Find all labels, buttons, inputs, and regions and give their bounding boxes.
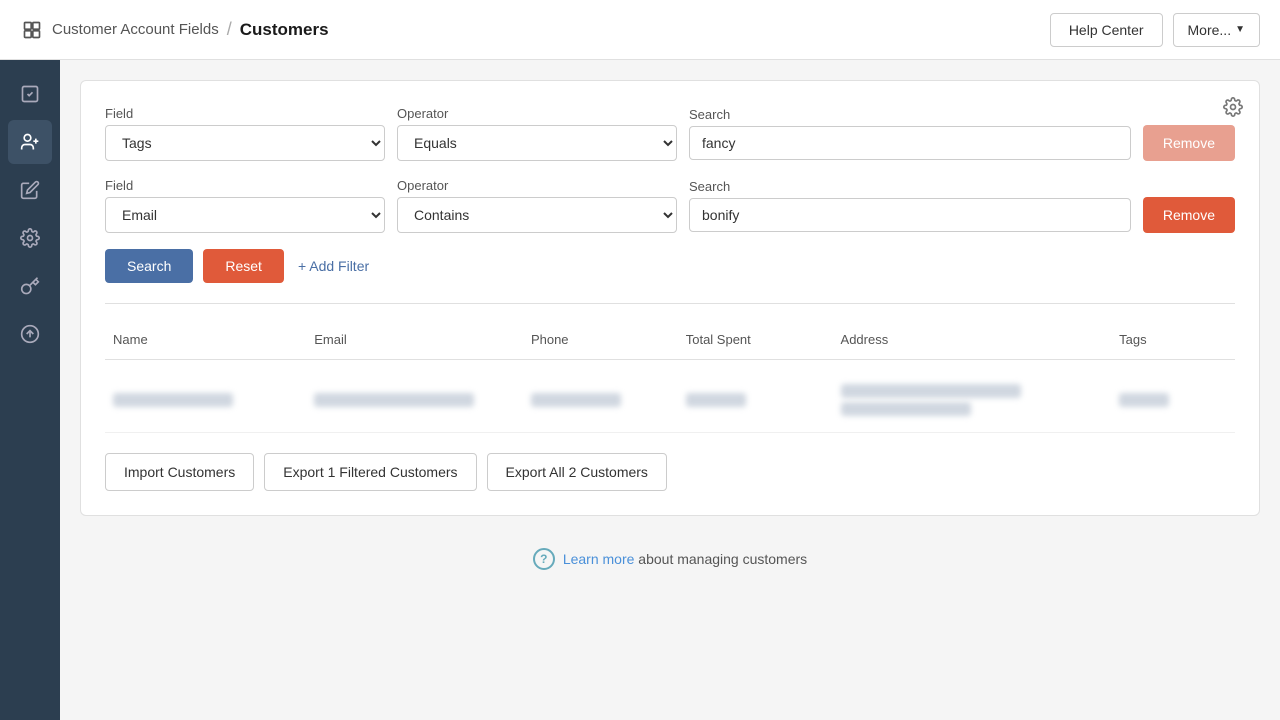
filter-actions: Search Reset + Add Filter bbox=[105, 249, 1235, 283]
sidebar-item-settings[interactable] bbox=[8, 216, 52, 260]
col-header-email: Email bbox=[306, 328, 523, 351]
import-customers-button[interactable]: Import Customers bbox=[105, 453, 254, 491]
app-icon bbox=[20, 18, 44, 42]
filter-row1-field-select[interactable]: Tags bbox=[105, 125, 385, 161]
search-button[interactable]: Search bbox=[105, 249, 193, 283]
table-row bbox=[105, 368, 1235, 433]
bottom-actions: Import Customers Export 1 Filtered Custo… bbox=[105, 453, 1235, 491]
gear-button[interactable] bbox=[1223, 97, 1243, 120]
address-blur-2 bbox=[841, 402, 971, 416]
divider bbox=[105, 303, 1235, 304]
breadcrumb-separator: / bbox=[227, 19, 232, 40]
help-center-button[interactable]: Help Center bbox=[1050, 13, 1163, 47]
table-header: Name Email Phone Total Spent Address Tag… bbox=[105, 320, 1235, 360]
cell-tags bbox=[1111, 389, 1235, 411]
filter-row1-operator-group: Operator Equals bbox=[397, 106, 677, 161]
filter-row-2: Field Email Operator Contains Search Rem… bbox=[105, 177, 1235, 233]
phone-blur bbox=[531, 393, 621, 407]
more-button[interactable]: More... ▼ bbox=[1173, 13, 1260, 47]
layout: Field Tags Operator Equals Search Remove bbox=[0, 60, 1280, 720]
cell-address bbox=[833, 380, 1112, 420]
filter-card: Field Tags Operator Equals Search Remove bbox=[80, 80, 1260, 516]
col-header-address: Address bbox=[833, 328, 1112, 351]
filter-row1-remove-button[interactable]: Remove bbox=[1143, 125, 1235, 161]
filter-row2-field-label: Field bbox=[105, 178, 385, 193]
learn-more-link[interactable]: Learn more bbox=[563, 551, 635, 567]
cell-name bbox=[105, 389, 306, 411]
filter-row1-search-input[interactable] bbox=[689, 126, 1131, 160]
filter-row2-search-input[interactable] bbox=[689, 198, 1131, 232]
filter-row1-search-label: Search bbox=[689, 107, 1131, 122]
footer-note: ? Learn more about managing customers bbox=[80, 532, 1260, 586]
email-blur bbox=[314, 393, 474, 407]
export-filtered-button[interactable]: Export 1 Filtered Customers bbox=[264, 453, 476, 491]
footer-description: about managing customers bbox=[638, 551, 807, 567]
reset-button[interactable]: Reset bbox=[203, 249, 284, 283]
filter-row-1: Field Tags Operator Equals Search Remove bbox=[105, 105, 1235, 161]
sidebar-item-checklist[interactable] bbox=[8, 72, 52, 116]
cell-phone bbox=[523, 389, 678, 411]
info-icon: ? bbox=[533, 548, 555, 570]
name-blur bbox=[113, 393, 233, 407]
footer-text: Learn more about managing customers bbox=[563, 551, 807, 567]
filter-row2-operator-label: Operator bbox=[397, 178, 677, 193]
filter-row2-search-group: Search bbox=[689, 179, 1131, 232]
spent-blur bbox=[686, 393, 746, 407]
filter-row2-remove-button[interactable]: Remove bbox=[1143, 197, 1235, 233]
nav-actions: Help Center More... ▼ bbox=[1050, 13, 1260, 47]
col-header-total-spent: Total Spent bbox=[678, 328, 833, 351]
chevron-down-icon: ▼ bbox=[1235, 24, 1245, 35]
export-all-button[interactable]: Export All 2 Customers bbox=[487, 453, 667, 491]
more-label: More... bbox=[1188, 22, 1232, 38]
filter-row2-operator-select[interactable]: Contains bbox=[397, 197, 677, 233]
col-header-tags: Tags bbox=[1111, 328, 1235, 351]
sidebar-item-key[interactable] bbox=[8, 264, 52, 308]
add-filter-button[interactable]: + Add Filter bbox=[294, 249, 373, 283]
sidebar-item-edit[interactable] bbox=[8, 168, 52, 212]
filter-row2-operator-group: Operator Contains bbox=[397, 178, 677, 233]
sidebar-item-customers[interactable] bbox=[8, 120, 52, 164]
top-nav: Customer Account Fields / Customers Help… bbox=[0, 0, 1280, 60]
breadcrumb-app-name: Customer Account Fields bbox=[52, 21, 219, 38]
col-header-phone: Phone bbox=[523, 328, 678, 351]
filter-row1-operator-label: Operator bbox=[397, 106, 677, 121]
filter-row2-field-group: Field Email bbox=[105, 178, 385, 233]
breadcrumb-current-page: Customers bbox=[240, 20, 329, 40]
sidebar bbox=[0, 60, 60, 720]
filter-row1-field-label: Field bbox=[105, 106, 385, 121]
filter-row1-operator-select[interactable]: Equals bbox=[397, 125, 677, 161]
filter-row1-search-group: Search bbox=[689, 107, 1131, 160]
cell-spent bbox=[678, 389, 833, 411]
tags-blur bbox=[1119, 393, 1169, 407]
breadcrumb: Customer Account Fields / Customers bbox=[20, 18, 329, 42]
filter-row2-search-label: Search bbox=[689, 179, 1131, 194]
filter-row2-field-select[interactable]: Email bbox=[105, 197, 385, 233]
sidebar-item-upload[interactable] bbox=[8, 312, 52, 356]
filter-row1-field-group: Field Tags bbox=[105, 106, 385, 161]
cell-email bbox=[306, 389, 523, 411]
address-blur-1 bbox=[841, 384, 1021, 398]
col-header-name: Name bbox=[105, 328, 306, 351]
main-content: Field Tags Operator Equals Search Remove bbox=[60, 60, 1280, 720]
